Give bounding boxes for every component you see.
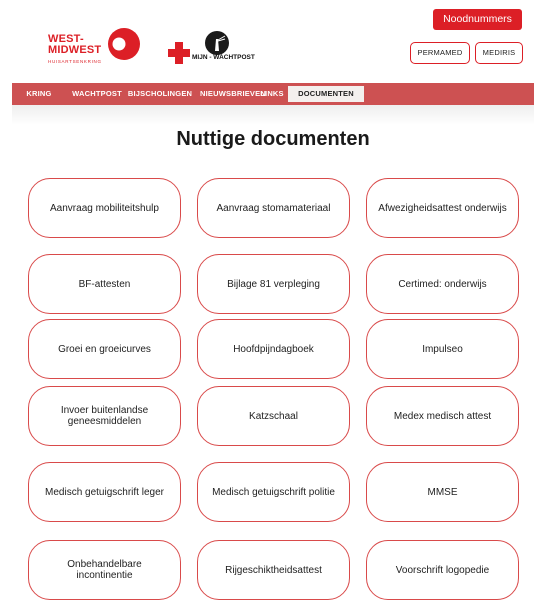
brand-name: WEST- MIDWEST [48,33,102,56]
nav-item-bijscholingen[interactable]: BIJSCHOLINGEN [124,83,196,105]
nav-item-kring[interactable]: KRING [20,83,58,105]
site-header: Noodnummers WEST- MIDWEST HUISARTSENKRIN… [0,0,534,82]
doc-button[interactable]: Medisch getuigschrift politie [197,462,350,522]
doc-button[interactable]: Medex medisch attest [366,386,519,446]
nav-shadow [12,105,534,125]
doc-button[interactable]: Hoofdpijndagboek [197,319,350,379]
doc-button[interactable]: Bijlage 81 verpleging [197,254,350,314]
doc-button[interactable]: Voorschrift logopedie [366,540,519,600]
doc-button[interactable]: MMSE [366,462,519,522]
doc-button[interactable]: Onbehandelbare incontinentie [28,540,181,600]
brand-subtitle: HUISARTSENKRING [48,59,102,64]
doc-button[interactable]: Impulseo [366,319,519,379]
doc-button[interactable]: Afwezigheidsattest onderwijs [366,178,519,238]
doc-button[interactable]: Aanvraag mobiliteitshulp [28,178,181,238]
doc-button[interactable]: Katzschaal [197,386,350,446]
doc-button[interactable]: Medisch getuigschrift leger [28,462,181,522]
doc-button[interactable]: Certimed: onderwijs [366,254,519,314]
emergency-numbers-button[interactable]: Noodnummers [433,9,522,30]
doc-button[interactable]: Invoer buitenlandse geneesmiddelen [28,386,181,446]
medical-cross-icon [168,42,190,64]
brand-circle-icon [108,28,140,60]
partner-name: MIJN - WACHTPOST [192,54,255,61]
doc-button[interactable]: Rijgeschiktheidsattest [197,540,350,600]
mediris-link[interactable]: MEDIRIS [475,42,523,64]
doc-button[interactable]: BF-attesten [28,254,181,314]
nav-item-documenten[interactable]: DOCUMENTEN [288,86,364,102]
mijn-wachtpost-logo[interactable]: MIJN - WACHTPOST [168,30,255,66]
west-midwest-logo[interactable]: WEST- MIDWEST HUISARTSENKRING [48,26,143,72]
doc-button[interactable]: Groei en groeicurves [28,319,181,379]
main-nav: KRING WACHTPOST BIJSCHOLINGEN NIEUWSBRIE… [12,83,534,105]
page-title: Nuttige documenten [176,128,370,150]
nav-item-links[interactable]: LINKS [259,83,285,105]
doc-button[interactable]: Aanvraag stomamateriaal [197,178,350,238]
lighthouse-icon [205,31,229,55]
permamed-link[interactable]: PERMAMED [410,42,470,64]
nav-item-wachtpost[interactable]: WACHTPOST [68,83,126,105]
